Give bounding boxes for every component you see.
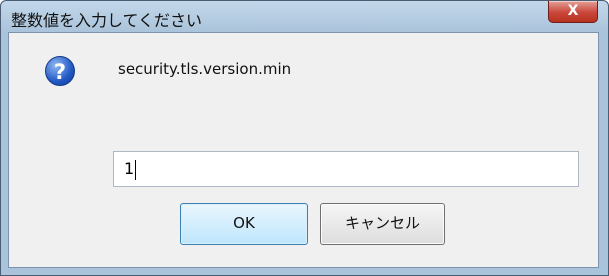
integer-input[interactable]: 1: [113, 151, 579, 187]
window-title: 整数値を入力してください: [11, 11, 203, 30]
close-button[interactable]: X: [548, 1, 598, 23]
ok-button[interactable]: OK: [180, 203, 308, 245]
input-value: 1: [124, 159, 135, 178]
cancel-button[interactable]: キャンセル: [320, 203, 445, 245]
question-icon: ?: [45, 56, 75, 86]
title-bar[interactable]: 整数値を入力してください X: [1, 1, 608, 33]
text-caret: [135, 159, 137, 180]
prompt-message: security.tls.version.min: [118, 60, 292, 78]
